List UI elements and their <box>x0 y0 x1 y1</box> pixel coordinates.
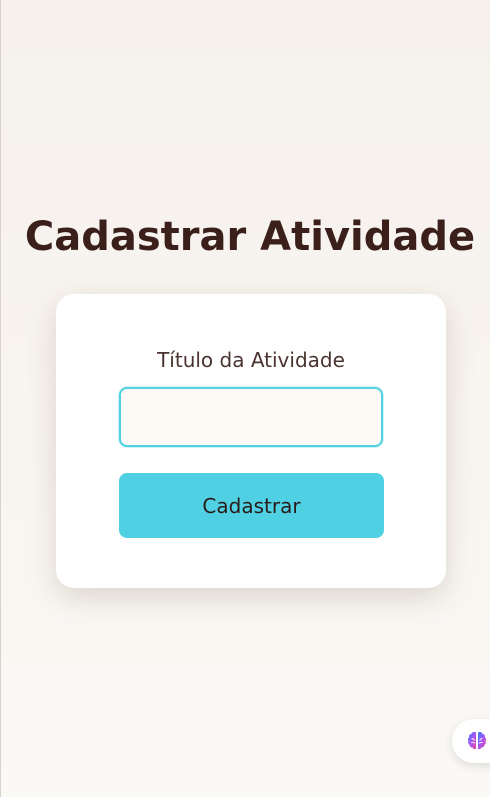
activity-form-card: Título da Atividade Cadastrar <box>56 294 446 588</box>
submit-button[interactable]: Cadastrar <box>119 473 384 538</box>
window-edge <box>0 0 1 797</box>
brain-icon <box>467 731 487 750</box>
activity-title-input[interactable] <box>119 387 383 447</box>
assistant-button[interactable] <box>452 719 490 763</box>
activity-title-label: Título da Atividade <box>157 348 345 372</box>
page-title: Cadastrar Atividade <box>24 214 476 260</box>
